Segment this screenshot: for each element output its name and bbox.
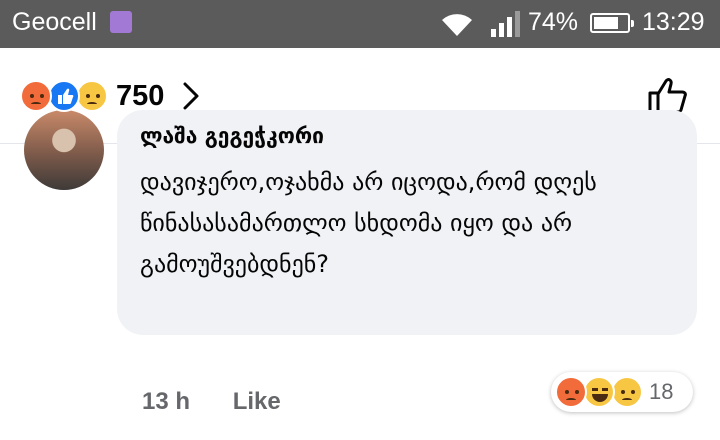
avatar[interactable] <box>24 110 104 190</box>
battery-percent: 74% <box>528 8 579 36</box>
angry-emoji-icon <box>555 376 587 408</box>
comment-reactions[interactable]: 18 <box>551 372 693 412</box>
comment-meta: 13 h Like <box>142 388 281 416</box>
reactions-summary[interactable]: 750 <box>20 78 200 114</box>
sad-emoji-icon <box>76 80 108 112</box>
sad-emoji-icon <box>611 376 643 408</box>
comment-reaction-count: 18 <box>649 379 674 404</box>
wifi-icon <box>442 14 472 36</box>
haha-emoji-icon <box>583 376 615 408</box>
carrier-name: Geocell <box>12 8 97 36</box>
like-emoji-icon <box>48 80 80 112</box>
status-bar: Geocell 74% 13:29 <box>0 0 720 48</box>
angry-emoji-icon <box>20 80 52 112</box>
comment-time: 13 h <box>142 388 191 415</box>
gallery-notification-icon <box>110 11 132 33</box>
like-button[interactable]: Like <box>233 388 281 415</box>
reaction-count: 750 <box>116 79 165 112</box>
signal-icon <box>491 11 520 37</box>
battery-icon <box>590 13 634 33</box>
status-clock: 13:29 <box>642 8 705 36</box>
comment-author[interactable]: ლაშა გეგეჭკორი <box>140 124 324 148</box>
chevron-right-icon[interactable] <box>182 81 200 111</box>
comment-text: დავიჯერო,ოჯახმა არ იცოდა,რომ დღეს წინასა… <box>140 168 597 278</box>
